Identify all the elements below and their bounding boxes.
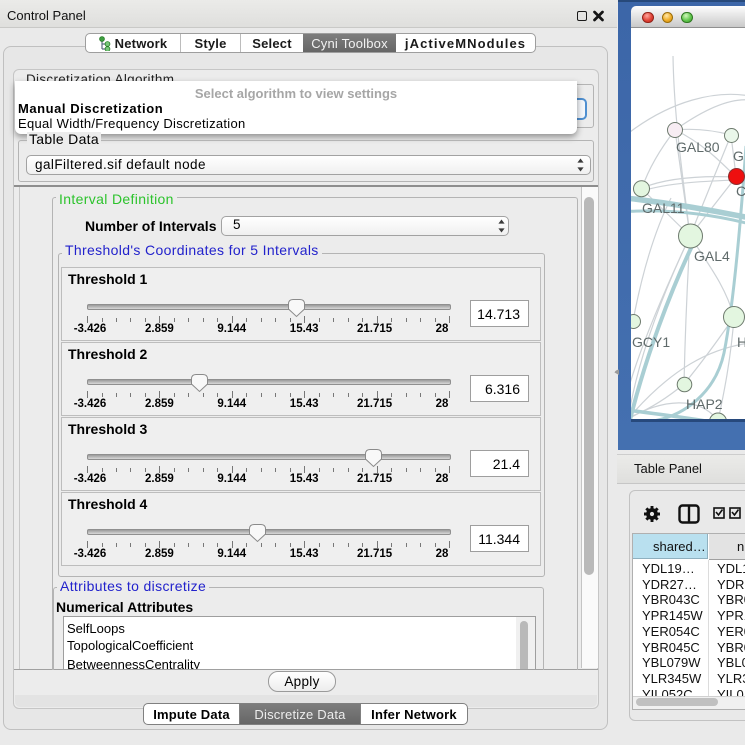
svg-text:GAL11: GAL11: [642, 200, 685, 216]
svg-text:C: C: [736, 183, 745, 199]
svg-text:GAL4: GAL4: [694, 248, 730, 264]
svg-text:HAP2: HAP2: [686, 396, 723, 412]
svg-text:GAL80: GAL80: [676, 139, 720, 155]
svg-text:GCY1: GCY1: [632, 334, 670, 350]
svg-text:G.: G.: [733, 148, 745, 164]
svg-text:H: H: [737, 334, 745, 350]
